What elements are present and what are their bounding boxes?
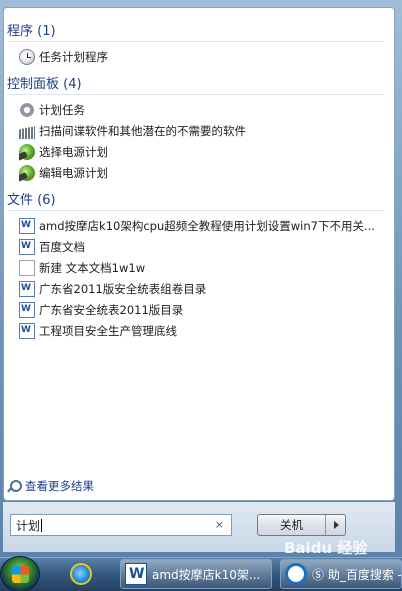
scheduled-task-icon (19, 102, 35, 118)
see-more-label: 查看更多结果 (25, 479, 94, 493)
result-label: 选择电源计划 (39, 145, 108, 159)
result-label: 任务计划程序 (39, 50, 108, 64)
result-item[interactable]: 计划任务 (19, 100, 85, 120)
taskbar-ie-button[interactable] (58, 559, 103, 589)
result-item[interactable]: 广东省安全统表2011版目录 (19, 300, 183, 320)
taskbar-task-label: amd按摩店k10架... (152, 567, 261, 582)
power-plan-icon (19, 165, 35, 181)
taskbar-task-label: Ⓢ 助_百度搜索 - c (312, 567, 402, 582)
group-header-files[interactable]: 文件 (6) (7, 191, 385, 211)
result-label: 编辑电源计划 (39, 166, 108, 180)
result-label: 百度文档 (39, 240, 85, 254)
result-label: amd按摩店k10架构cpu超频全教程使用计划设置win7下不用关... (39, 219, 375, 233)
result-item[interactable]: 工程项目安全生产管理底线 (19, 321, 177, 341)
start-orb-icon[interactable] (0, 556, 40, 591)
word-document-icon (19, 281, 35, 297)
text-caret (41, 518, 43, 532)
search-input-value: 计划 (16, 518, 41, 533)
shutdown-button[interactable]: 关机 (258, 515, 326, 535)
result-label: 计划任务 (39, 103, 85, 117)
power-plan-icon (19, 144, 35, 160)
text-document-icon (19, 260, 35, 276)
clear-search-icon[interactable]: × (215, 518, 224, 531)
shutdown-options-arrow-icon[interactable] (326, 515, 345, 535)
result-label: 工程项目安全生产管理底线 (39, 324, 177, 338)
result-item[interactable]: 任务计划程序 (19, 47, 108, 67)
search-icon (7, 479, 22, 493)
result-item[interactable]: 选择电源计划 (19, 142, 108, 162)
clock-icon (19, 49, 35, 65)
see-more-results-link[interactable]: 查看更多结果 (7, 478, 94, 494)
word-document-icon (19, 323, 35, 339)
group-header-programs[interactable]: 程序 (1) (7, 22, 385, 42)
baidu-watermark: Baidu 经验 (284, 539, 368, 557)
taskbar-word-task[interactable]: amd按摩店k10架... (120, 559, 272, 589)
shutdown-button-group: 关机 (257, 514, 346, 536)
result-item[interactable]: 百度文档 (19, 237, 85, 257)
word-document-icon (19, 239, 35, 255)
defender-scan-icon (19, 126, 35, 139)
browser-icon (285, 563, 307, 585)
word-document-icon (19, 302, 35, 318)
result-label: 广东省2011版安全统表组卷目录 (39, 282, 207, 296)
result-label: 新建 文本文档1w1w (39, 261, 146, 275)
result-item[interactable]: 编辑电源计划 (19, 163, 108, 183)
group-header-control-panel[interactable]: 控制面板 (4) (7, 75, 385, 95)
search-input[interactable]: 计划 × (10, 514, 232, 536)
word-icon (125, 563, 147, 585)
result-label: 广东省安全统表2011版目录 (39, 303, 184, 317)
word-document-icon (19, 218, 35, 234)
result-item[interactable]: 扫描间谍软件和其他潜在的不需要的软件 (19, 121, 246, 141)
result-item[interactable]: 广东省2011版安全统表组卷目录 (19, 279, 206, 299)
result-label: 扫描间谍软件和其他潜在的不需要的软件 (39, 124, 246, 138)
result-item[interactable]: amd按摩店k10架构cpu超频全教程使用计划设置win7下不用关... (19, 216, 385, 236)
taskbar-browser-task[interactable]: Ⓢ 助_百度搜索 - c (280, 559, 402, 589)
result-item[interactable]: 新建 文本文档1w1w (19, 258, 145, 278)
internet-explorer-icon (69, 563, 92, 585)
